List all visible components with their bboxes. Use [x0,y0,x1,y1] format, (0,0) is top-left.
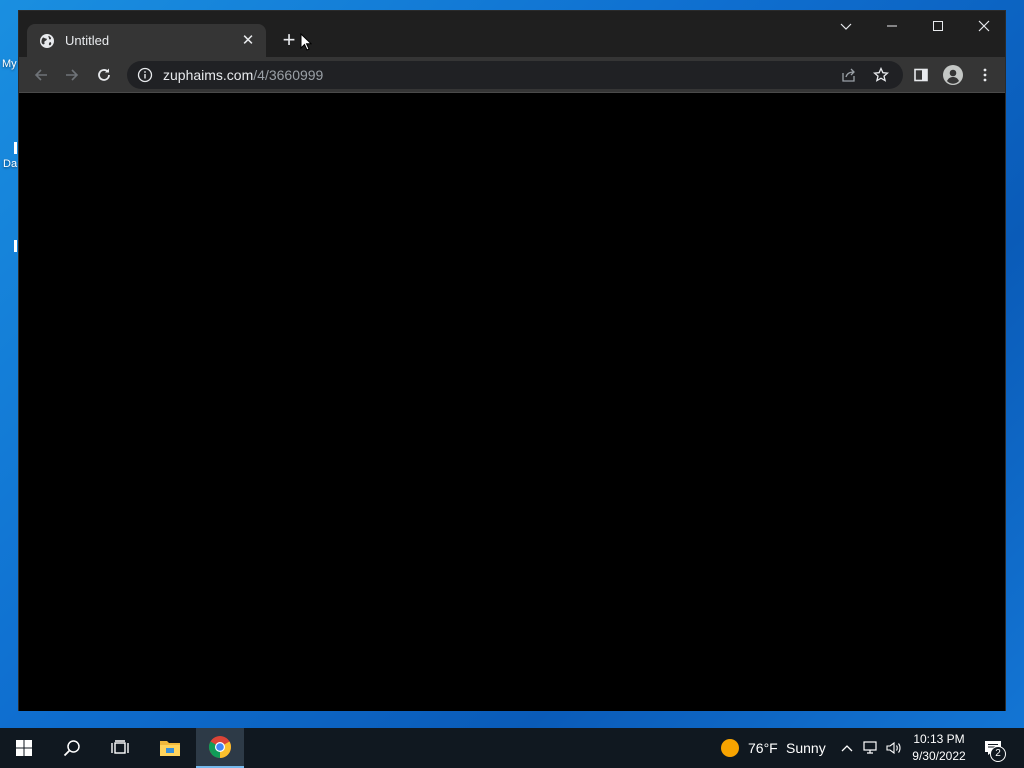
url-text[interactable]: zuphaims.com/4/3660999 [163,67,323,83]
share-button[interactable] [837,63,861,87]
desktop-icon-fragment [14,142,17,154]
file-explorer-button[interactable] [146,728,194,768]
browser-toolbar: zuphaims.com/4/3660999 [19,57,1005,93]
minimize-button[interactable] [869,11,915,41]
clock-time: 10:13 PM [913,732,965,746]
weather-widget[interactable] [716,728,744,768]
maximize-icon [933,21,943,31]
globe-icon [40,33,54,48]
forward-button[interactable] [60,63,84,87]
taskbar: 76°F Sunny 10:13 PM 9/30/2022 [0,728,1024,768]
start-button[interactable] [0,728,48,768]
task-view-icon [111,740,129,754]
browser-window: Untitled ✕ + zuphaims.com/4/3660999 [18,10,1006,711]
star-icon [873,67,889,82]
address-bar[interactable]: zuphaims.com/4/3660999 [127,61,903,89]
more-vert-icon [983,68,987,82]
menu-button[interactable] [973,63,997,87]
title-bar[interactable]: Untitled ✕ + [19,11,1005,57]
sun-icon [721,739,739,757]
side-panel-button[interactable] [909,63,933,87]
taskbar-clock[interactable]: 10:13 PM 9/30/2022 [904,731,974,765]
maximize-button[interactable] [915,11,961,41]
search-icon [63,740,80,757]
close-icon [978,20,990,32]
share-icon [842,68,855,82]
tab-untitled[interactable]: Untitled ✕ [27,24,266,57]
weather-temp[interactable]: 76°F [748,728,778,768]
bookmark-button[interactable] [869,63,893,87]
minimize-icon [887,25,897,27]
close-window-button[interactable] [961,11,1007,41]
arrow-right-icon [66,69,79,81]
back-button[interactable] [29,63,53,87]
network-icon [863,741,877,754]
weather-condition[interactable]: Sunny [786,728,826,768]
volume-icon [886,741,901,755]
reload-icon [98,68,110,81]
tab-close-icon[interactable]: ✕ [240,32,256,49]
search-button[interactable] [48,728,96,768]
avatar-icon [943,65,963,85]
url-host: zuphaims.com [163,67,254,83]
reload-button[interactable] [92,63,116,87]
desktop-icon-fragment [14,240,17,252]
url-path: /4/3660999 [253,67,324,83]
chevron-up-icon [841,745,853,752]
tab-search-button[interactable] [823,11,869,41]
folder-icon [160,741,180,756]
arrow-left-icon [34,69,47,81]
task-view-button[interactable] [96,728,144,768]
mouse-cursor-icon [300,33,312,51]
clock-date: 9/30/2022 [912,749,966,763]
network-tray-button[interactable] [860,728,882,768]
windows-icon [16,740,32,756]
info-icon[interactable] [137,67,153,83]
chrome-taskbar-button[interactable] [196,728,244,768]
side-panel-icon [914,68,928,82]
volume-tray-button[interactable] [884,728,904,768]
desktop-icon-label-fragment[interactable]: Da [3,158,17,170]
notification-count-badge: 2 [990,746,1006,762]
chrome-icon [209,736,231,758]
chevron-down-icon [840,23,852,30]
desktop-icon-label-fragment[interactable]: My [2,58,17,70]
profile-button[interactable] [941,63,965,87]
page-content[interactable] [19,94,1005,711]
new-tab-button[interactable]: + [277,28,301,52]
show-hidden-icons-button[interactable] [838,728,856,768]
tab-title: Untitled [65,33,110,48]
